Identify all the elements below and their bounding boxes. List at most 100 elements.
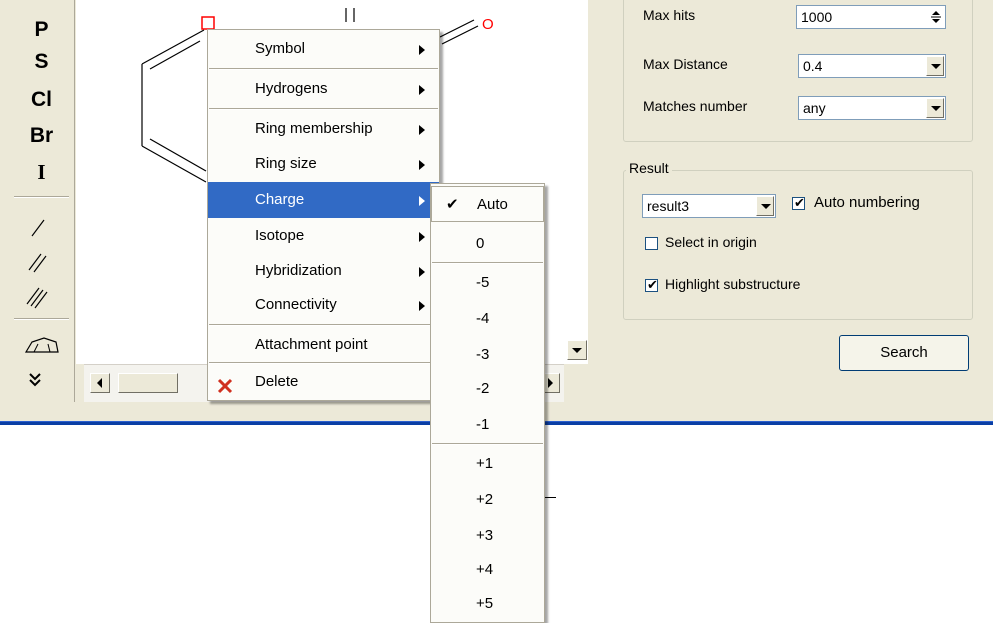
matches-number-value: any <box>803 100 826 116</box>
menu-item-label: Symbol <box>255 40 306 57</box>
charge-option-label: 0 <box>476 235 485 252</box>
charge-option-label: +4 <box>476 561 494 578</box>
menu-item-hydrogens[interactable]: Hydrogens <box>208 71 439 107</box>
auto-numbering-label[interactable]: Auto numbering <box>814 194 920 211</box>
menu-separator <box>432 262 543 264</box>
chevron-down-icon <box>761 204 771 209</box>
charge-option-label: -5 <box>476 274 490 291</box>
element-button-p[interactable]: P <box>8 16 75 44</box>
dropdown-button[interactable] <box>756 196 774 216</box>
charge-option-plus-1[interactable]: +1 <box>431 446 544 482</box>
menu-item-symbol[interactable]: Symbol <box>208 31 439 67</box>
delete-x-icon <box>216 373 234 394</box>
charge-option-label: -4 <box>476 310 490 327</box>
result-group-legend: Result <box>626 160 672 176</box>
auto-numbering-checkbox[interactable]: ✔ <box>792 195 805 210</box>
charge-option-plus-4[interactable]: +4 <box>431 552 544 588</box>
submenu-arrow-icon <box>419 85 425 95</box>
menu-item-label: Charge <box>255 191 305 208</box>
triple-bond-icon[interactable] <box>22 280 62 312</box>
submenu-arrow-icon <box>419 196 425 206</box>
submenu-arrow-icon <box>419 160 425 170</box>
charge-option-minus-2[interactable]: -2 <box>431 371 544 407</box>
checkmark-icon: ✔ <box>647 277 658 292</box>
double-bond-icon[interactable] <box>22 246 62 278</box>
charge-option-label: +2 <box>476 491 494 508</box>
menu-separator <box>209 68 438 70</box>
menu-item-delete[interactable]: Delete <box>208 364 439 400</box>
element-toolbar: P S Cl Br I <box>8 0 75 402</box>
select-in-origin-checkbox[interactable] <box>645 237 658 250</box>
highlight-substructure-checkbox[interactable]: ✔ <box>645 277 658 292</box>
charge-option-label: +5 <box>476 595 494 612</box>
charge-option-minus-5[interactable]: -5 <box>431 265 544 301</box>
canvas-line-fragment <box>544 497 556 498</box>
menu-item-ring-membership[interactable]: Ring membership <box>208 111 439 147</box>
search-button[interactable]: Search <box>839 335 969 371</box>
element-button-s[interactable]: S <box>8 48 75 76</box>
menu-item-label: Delete <box>255 373 299 390</box>
max-distance-value: 0.4 <box>803 58 823 74</box>
scroll-left-button[interactable] <box>90 373 110 393</box>
element-button-cl[interactable]: Cl <box>8 86 75 114</box>
submenu-arrow-icon <box>419 45 425 55</box>
charge-option-plus-3[interactable]: +3 <box>431 518 544 554</box>
charge-option-plus-2[interactable]: +2 <box>431 482 544 518</box>
charge-option-label: Auto <box>477 196 508 213</box>
scroll-thumb[interactable] <box>118 373 178 393</box>
charge-option-minus-4[interactable]: -4 <box>431 301 544 337</box>
scroll-down-button[interactable] <box>567 340 587 360</box>
charge-option-label: -2 <box>476 380 490 397</box>
menu-item-label: Hydrogens <box>255 80 328 97</box>
charge-option-auto[interactable]: ✔ Auto <box>431 186 544 222</box>
menu-item-label: Isotope <box>255 227 305 244</box>
chevron-down-icon <box>931 106 941 111</box>
menu-item-hybridization[interactable]: Hybridization <box>208 253 439 289</box>
select-in-origin-label[interactable]: Select in origin <box>665 234 757 250</box>
menu-item-attachment-point[interactable]: Attachment point <box>208 327 439 363</box>
menu-item-label: Attachment point <box>255 336 368 353</box>
menu-item-charge[interactable]: Charge <box>208 182 439 218</box>
max-distance-label: Max Distance <box>643 56 728 72</box>
max-hits-value: 1000 <box>801 9 833 25</box>
highlight-substructure-label[interactable]: Highlight substructure <box>665 276 800 292</box>
menu-item-label: Connectivity <box>255 296 337 313</box>
charge-option-0[interactable]: 0 <box>431 226 544 262</box>
menu-separator <box>209 324 438 326</box>
submenu-arrow-icon <box>419 232 425 242</box>
charge-option-minus-1[interactable]: -1 <box>431 407 544 443</box>
checkmark-icon: ✔ <box>446 196 459 213</box>
charge-option-label: +3 <box>476 527 494 544</box>
submenu-arrow-icon <box>419 125 425 135</box>
menu-item-connectivity[interactable]: Connectivity <box>208 287 439 323</box>
result-name-select[interactable]: result3 <box>642 194 776 218</box>
submenu-arrow-icon <box>419 301 425 311</box>
charge-submenu: ✔ Auto 0 -5 -4 -3 -2 -1 +1 +2 +3 +4 +5 <box>430 183 545 623</box>
toolbar-separator <box>14 318 69 320</box>
menu-separator <box>209 108 438 110</box>
matches-number-label: Matches number <box>643 98 748 114</box>
charge-option-minus-3[interactable]: -3 <box>431 337 544 373</box>
max-distance-select[interactable]: 0.4 <box>798 54 946 78</box>
atom-label-oxygen[interactable]: O <box>482 16 494 33</box>
menu-item-label: Ring membership <box>255 120 373 137</box>
checkmark-icon: ✔ <box>794 195 805 210</box>
charge-option-label: +1 <box>476 455 494 472</box>
single-bond-icon[interactable] <box>22 212 62 244</box>
element-button-i[interactable]: I <box>8 158 75 186</box>
chevron-down-icon[interactable] <box>22 368 62 394</box>
dropdown-button[interactable] <box>926 98 944 118</box>
charge-option-plus-5[interactable]: +5 <box>431 586 544 622</box>
matches-number-select[interactable]: any <box>798 96 946 120</box>
spinner-arrows-icon[interactable] <box>929 8 943 26</box>
max-hits-spinner[interactable]: 1000 <box>796 5 946 29</box>
ring-template-icon[interactable] <box>22 328 62 360</box>
atom-context-menu: Symbol Hydrogens Ring membership Ring si… <box>207 29 440 401</box>
menu-item-isotope[interactable]: Isotope <box>208 218 439 254</box>
dropdown-button[interactable] <box>926 56 944 76</box>
toolbar-separator <box>14 196 69 198</box>
element-button-br[interactable]: Br <box>8 122 75 150</box>
submenu-arrow-icon <box>419 267 425 277</box>
menu-item-ring-size[interactable]: Ring size <box>208 146 439 182</box>
menu-separator <box>432 443 543 445</box>
